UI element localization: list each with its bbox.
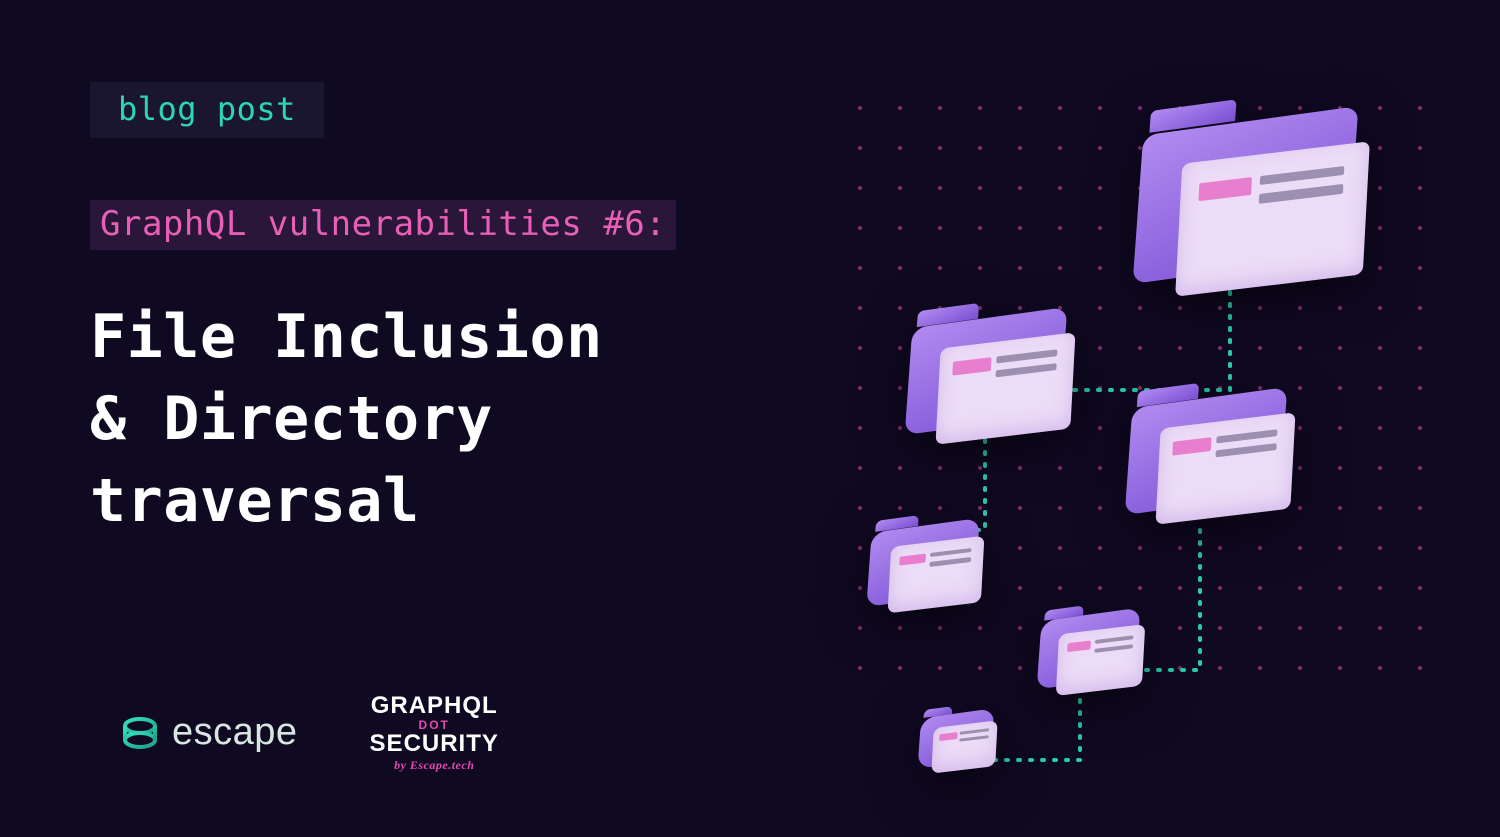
escape-logo-icon: [120, 713, 160, 753]
gqlsec-line1: GRAPHQL: [371, 694, 498, 718]
hero-banner: blog post GraphQL vulnerabilities #6: Fi…: [0, 0, 1500, 837]
escape-logo: escape: [120, 711, 298, 754]
series-subtitle: GraphQL vulnerabilities #6:: [90, 200, 676, 250]
category-badge: blog post: [90, 82, 324, 138]
escape-logo-text: escape: [172, 711, 298, 754]
document-icon: [932, 720, 998, 773]
folder-icon: [920, 710, 995, 764]
post-title: File Inclusion & Directory traversal: [90, 296, 603, 542]
dot-grid-bg: [840, 88, 1440, 688]
gqlsec-byline: by Escape.tech: [394, 759, 474, 771]
gqlsec-line3: SECURITY: [370, 732, 499, 756]
graphql-security-logo: GRAPHQL DOT SECURITY by Escape.tech: [370, 694, 499, 771]
logo-row: escape GRAPHQL DOT SECURITY by Escape.te…: [120, 694, 499, 771]
